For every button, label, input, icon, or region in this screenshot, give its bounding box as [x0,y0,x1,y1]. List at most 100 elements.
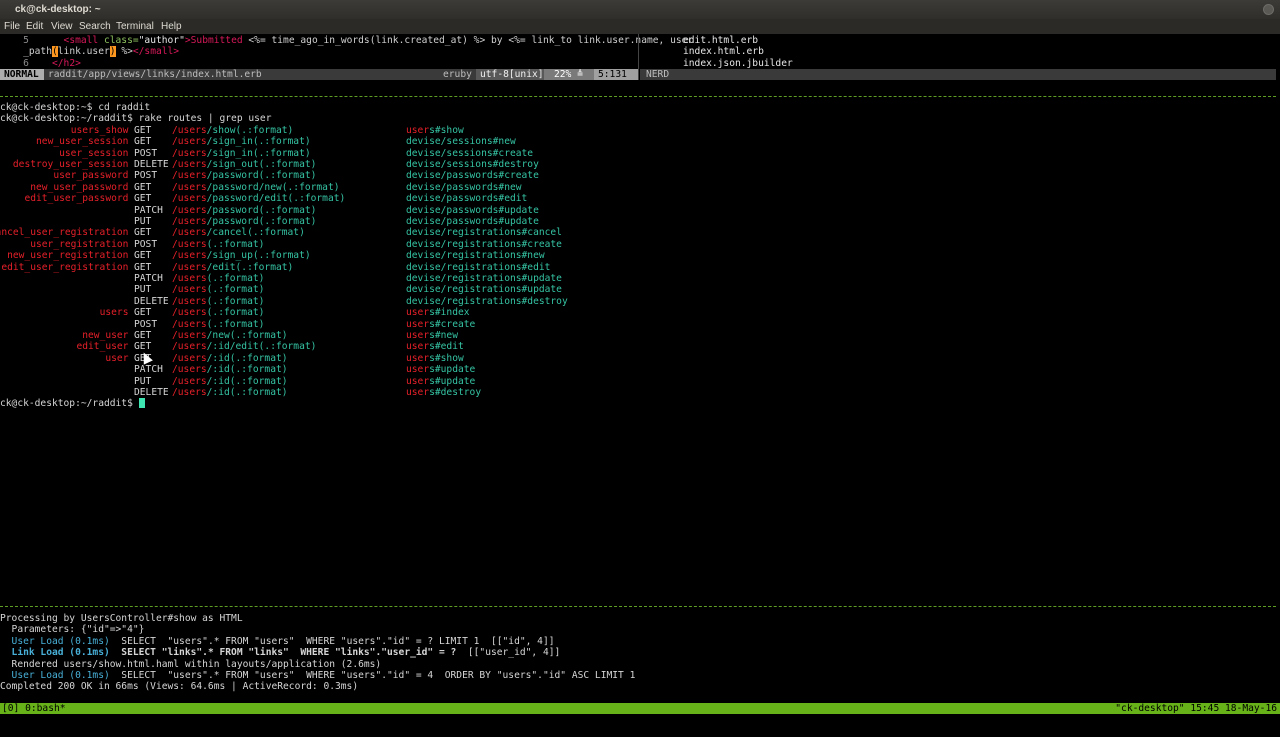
http-verb: GET [134,136,152,148]
erb-code: time_ago_in_words(link.created_at) [265,35,474,46]
route-row: edit_user GET/users/:id/edit(.:format) use… [0,341,1276,352]
http-verb: GET [134,181,152,193]
vertical-split-divider[interactable] [638,34,639,80]
route-row: new_user_registration GET/users/sign_up(.… [0,250,1276,261]
erb-open: <%= [248,35,266,46]
route-row: user_session POST/users/sign_in(.:format)… [0,148,1276,159]
nerdtree-statusline: NERD [640,69,1276,80]
menu-edit[interactable]: Edit [26,21,43,32]
mode-indicator: NORMAL [0,69,44,80]
controller-action: devise/registrations#update [406,284,562,296]
route-path: /users/:id(.:format) [172,375,288,387]
route-name: user [105,352,129,364]
route-name: new_user_session [36,136,129,148]
close-icon[interactable] [1263,4,1274,15]
route-row: cancel_user_registration GET/users/cancel… [0,227,1276,238]
log-binds: [["user_id", 4]] [456,647,561,659]
controller-action: users#update [406,375,476,387]
log-label: User Load (0.1ms) [0,635,110,647]
http-verb: PUT [134,216,152,227]
controller-action: devise/registrations#destroy [406,295,568,307]
controller-action: users#new [406,330,458,341]
pane-divider-bottom[interactable] [0,606,1276,607]
menu-bar: File Edit View Search Terminal Help [0,19,1280,34]
route-path: /users/sign_out(.:format) [172,159,317,170]
shell-prompt[interactable]: ck@ck-desktop:~/raddit$ [0,398,145,409]
server-log-pane[interactable]: Processing by UsersController#show as HT… [0,613,635,704]
nerdtree-file-jbuilder[interactable]: index.json.jbuilder [683,58,793,69]
nerdtree-file-edit[interactable]: edit.html.erb [683,35,758,46]
route-path: /users/sign_in(.:format) [172,136,311,148]
controller-action: devise/registrations#cancel [406,227,562,239]
tag-close: </small> [132,46,180,58]
route-row: new_user_password GET/users/password/new(… [0,182,1276,193]
route-row: edit_user_password GET/users/password/edi… [0,193,1276,204]
attr-value: "author" [138,35,185,46]
shell-pane[interactable]: ck@ck-desktop:~$ cd raddit ck@ck-desktop… [0,102,1276,409]
controller-action: users#index [406,307,470,319]
vim-line-5: 5 <small class="author">Submitted <%= ti… [0,35,693,46]
http-verb: POST [134,318,158,330]
window-title: ck@ck-desktop: ~ [15,4,101,15]
route-row: new_user_session GET/users/sign_in(.:form… [0,136,1276,147]
route-name: users_show [70,124,129,136]
http-verb: PUT [134,375,152,387]
menu-help[interactable]: Help [161,21,182,32]
route-path: /users/password(.:format) [172,170,317,182]
route-path: /users/password(.:format) [172,204,317,216]
route-path: /users/show(.:format) [172,124,294,136]
tmux-window-list[interactable]: [0] 0:bash* [2,703,66,714]
nerd-label: NERD [646,69,670,80]
pane-divider-top[interactable] [0,96,1276,97]
http-verb: PATCH [134,273,163,284]
terminal-cursor [138,398,145,409]
route-row: new_user GET/users/new(.:format) users#new [0,330,1276,341]
nerdtree-file-index[interactable]: index.html.erb [683,46,764,57]
shell-line-rake: ck@ck-desktop:~/raddit$ rake routes | gr… [0,113,272,125]
route-path: /users(.:format) [172,284,265,296]
http-verb: PUT [134,284,152,296]
route-path: /users/password(.:format) [172,216,317,227]
route-name: destroy_user_session [12,159,129,170]
route-path: /users/edit(.:format) [172,261,294,273]
route-path: /users(.:format) [172,273,265,284]
filetype: eruby [443,69,472,80]
http-verb: GET [134,227,152,239]
route-path: /users/sign_in(.:format) [172,147,311,159]
shell-line-cd: ck@ck-desktop:~$ cd raddit [0,102,151,113]
tag-open: <small [63,35,99,46]
wrap-erb-close: %> [115,46,133,58]
vim-line-6: 6 </h2> [0,58,81,69]
controller-action: devise/registrations#create [406,238,562,250]
route-row: PATCH/users(.:format) devise/registration… [0,273,1276,284]
route-path: /users/:id(.:format) [172,387,288,398]
http-verb: GET [134,250,152,262]
route-row: user_registration POST/users(.:format) dev… [0,239,1276,250]
controller-action: users#destroy [406,387,482,398]
menu-terminal[interactable]: Terminal [116,21,154,32]
route-row: PUT/users(.:format) devise/registrations#… [0,284,1276,295]
text-submitted: Submitted [190,35,249,46]
scroll-percent: 22% ≜ [544,69,594,80]
http-verb: DELETE [134,295,169,307]
menu-file[interactable]: File [4,21,20,32]
route-row: users GET/users(.:format) users#index [0,307,1276,318]
erb-close: %> [473,35,486,46]
route-name: user_registration [30,238,129,250]
line-6-code: </h2> [28,57,81,69]
route-row: user GET/users/:id(.:format) users#show [0,353,1276,364]
menu-search[interactable]: Search [79,21,111,32]
encoding: utf-8[unix] [476,69,544,80]
route-name: cancel_user_registration [0,227,129,239]
route-row: PUT/users/:id(.:format) users#update [0,376,1276,387]
http-verb: PATCH [134,204,163,216]
file-path: raddit/app/views/links/index.html.erb [48,69,262,80]
menu-view[interactable]: View [51,21,73,32]
controller-action: devise/registrations#edit [406,261,551,273]
route-name: new_user [82,330,129,341]
log-user-load-2: User Load (0.1ms) SELECT "users".* FROM … [0,670,636,681]
controller-action: devise/passwords#edit [406,193,528,205]
route-name: edit_user_password [24,193,129,205]
controller-action: devise/sessions#create [406,147,534,159]
cursor-position: 5:131 [594,69,638,80]
